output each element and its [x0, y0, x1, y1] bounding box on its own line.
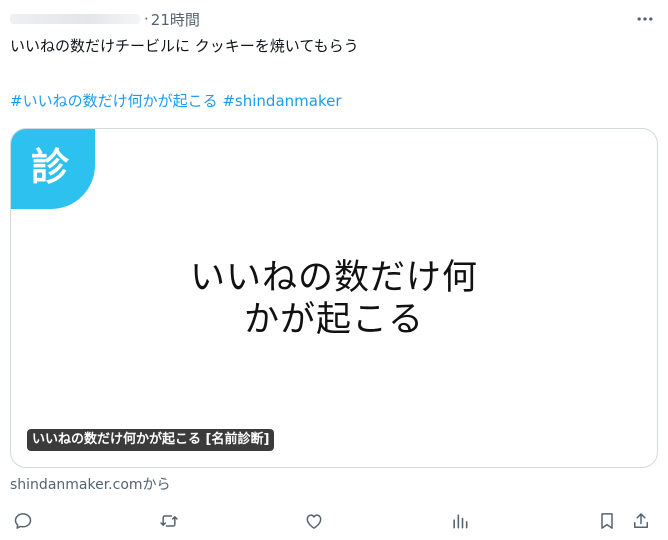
more-icon [637, 17, 653, 21]
action-bar [10, 508, 654, 534]
card-headline-line: かが起こる [243, 300, 424, 340]
tweet-hashtags: #いいねの数だけ何かが起こる #shindanmaker [10, 91, 658, 111]
timestamp[interactable]: 21時間 [151, 9, 200, 30]
shindanmaker-logo: 診 [11, 129, 95, 209]
link-card[interactable]: 診 いいねの数だけ何 かが起こる いいねの数だけ何かが起こる [名前診断] [10, 128, 658, 468]
card-headline: いいねの数だけ何 かが起こる [11, 257, 657, 341]
like-icon [306, 514, 322, 529]
like-button[interactable] [301, 508, 327, 534]
tweet-header: · 21時間 [10, 8, 658, 30]
retweet-icon [160, 515, 178, 527]
bookmark-icon [601, 513, 613, 529]
card-headline-line: いいねの数だけ何 [189, 258, 478, 298]
bookmark-button[interactable] [594, 508, 620, 534]
views-button[interactable] [447, 508, 473, 534]
card-source-link[interactable]: shindanmaker.comから [10, 474, 171, 494]
reply-icon [14, 513, 32, 529]
author-name-redacted[interactable] [10, 14, 140, 24]
header-separator: · [144, 10, 149, 28]
hashtag-link[interactable]: #shindanmaker [222, 92, 341, 110]
views-icon [453, 514, 468, 529]
tweet-text: いいねの数だけチービルに クッキーを焼いてもらう [10, 37, 359, 55]
share-button[interactable] [628, 508, 654, 534]
hashtag-link[interactable]: #いいねの数だけ何かが起こる [10, 92, 218, 110]
reply-button[interactable] [10, 508, 36, 534]
card-title-badge: いいねの数だけ何かが起こる [名前診断] [27, 429, 275, 451]
logo-glyph: 診 [30, 145, 69, 189]
retweet-button[interactable] [156, 508, 182, 534]
tweet: · 21時間 いいねの数だけチービルに クッキーを焼いてもらう #いいねの数だけ… [0, 0, 668, 540]
more-button[interactable] [632, 8, 658, 30]
share-icon [634, 513, 648, 528]
